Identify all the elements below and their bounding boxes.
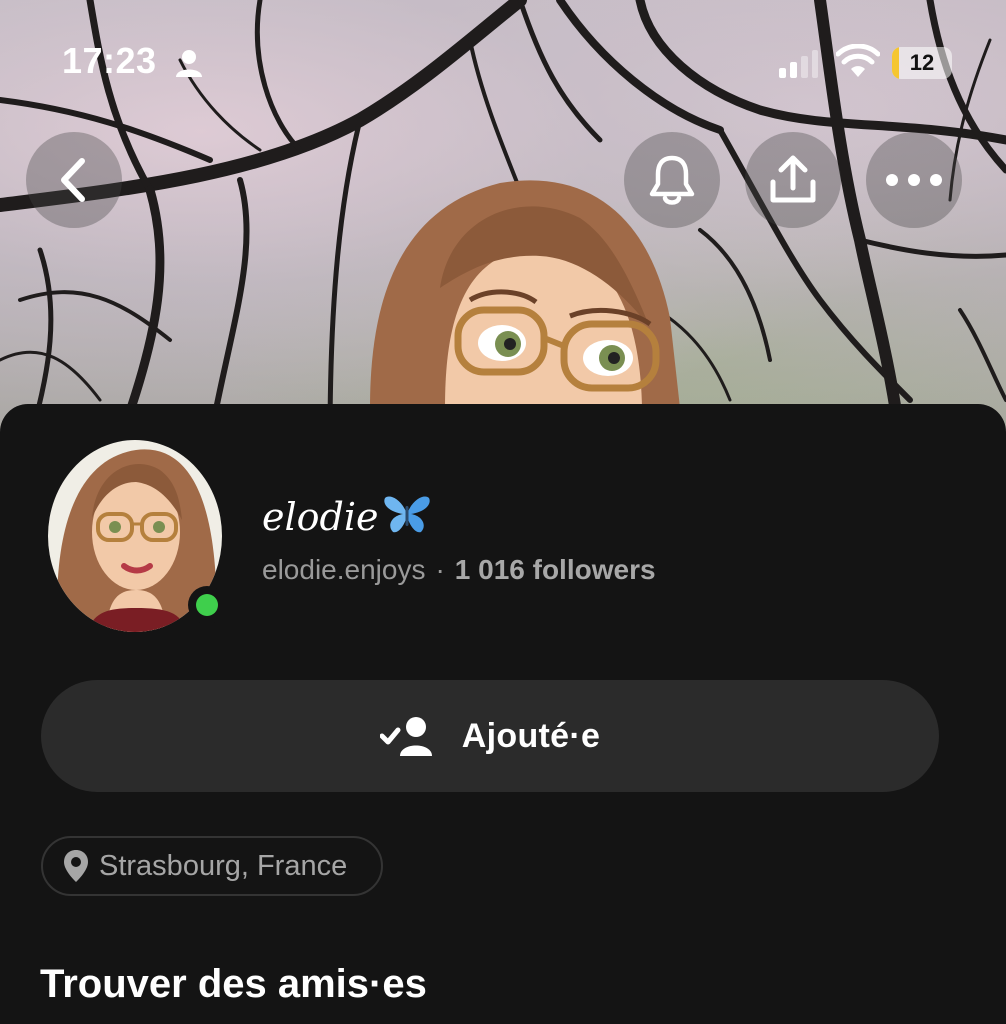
profile-subline: elodie.enjoys · 1 016 followers: [262, 554, 656, 586]
online-status-indicator: [188, 586, 226, 624]
friend-added-icon: [379, 717, 432, 756]
cellular-signal-icon: [779, 50, 818, 78]
back-button[interactable]: [26, 132, 122, 228]
added-friend-label: Ajouté·e: [461, 716, 601, 755]
location-pin-icon: [64, 850, 88, 882]
back-icon: [61, 158, 85, 202]
butterfly-emoji-icon: [383, 496, 430, 533]
person-icon: [176, 50, 202, 77]
share-icon: [770, 155, 816, 203]
find-friends-section-title: Trouver des amis·es: [40, 962, 427, 1006]
display-name-text: elodie: [262, 495, 379, 539]
more-icon: [886, 174, 942, 186]
battery-icon: 12: [892, 47, 952, 79]
location-chip[interactable]: Strasbourg, France: [41, 836, 383, 896]
username: elodie.enjoys: [262, 554, 426, 585]
followers-count[interactable]: 1 016 followers: [455, 554, 656, 585]
display-name: elodie: [262, 494, 431, 539]
share-button[interactable]: [745, 132, 841, 228]
status-time: 17:23: [62, 40, 157, 81]
battery-level: 12: [909, 50, 935, 75]
location-label: Strasbourg, France: [99, 849, 348, 882]
wifi-icon: [836, 44, 880, 77]
more-options-button[interactable]: [866, 132, 962, 228]
separator: ·: [435, 554, 445, 585]
bitmoji-header-image: [370, 180, 680, 408]
added-friend-button[interactable]: Ajouté·e: [41, 680, 939, 792]
